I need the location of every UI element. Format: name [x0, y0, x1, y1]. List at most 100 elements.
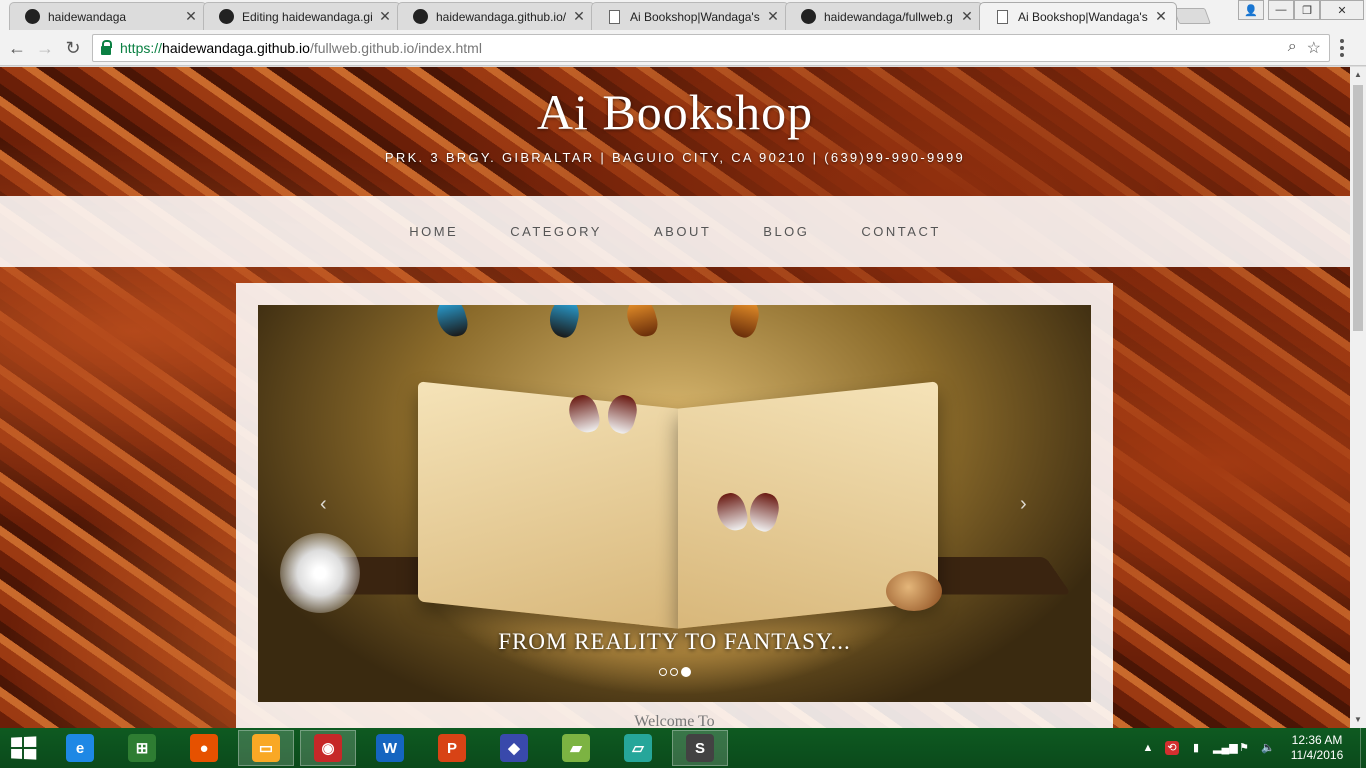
taskbar-app-notes[interactable]: ▱ [610, 730, 666, 766]
tab-close-icon[interactable]: ✕ [184, 8, 198, 25]
carousel-indicator-active[interactable] [681, 667, 691, 677]
taskbar-clock[interactable]: 12:36 AM 11/4/2016 [1280, 733, 1354, 763]
carousel-prev-icon[interactable]: ‹ [320, 493, 327, 516]
document-icon [606, 9, 622, 25]
site-navbar: HOME CATEGORY ABOUT BLOG CONTACT [0, 196, 1350, 267]
url-host: haidewandaga.github.io [162, 40, 310, 56]
browser-tab[interactable]: haidewandaga ✕ [9, 2, 207, 30]
show-desktop-button[interactable] [1360, 728, 1366, 768]
virtualbox-icon: ◆ [500, 734, 528, 762]
small-butterfly-image [718, 493, 778, 553]
carousel-indicator[interactable] [659, 668, 667, 676]
scroll-down-arrow-icon[interactable]: ▼ [1350, 712, 1366, 728]
address-bar[interactable]: https:// haidewandaga.github.io /fullweb… [92, 34, 1330, 62]
github-icon [800, 9, 816, 25]
volume-muted-icon[interactable]: 🔈 [1261, 741, 1275, 755]
welcome-heading: Welcome To [634, 713, 715, 728]
scroll-up-arrow-icon[interactable]: ▲ [1350, 67, 1366, 83]
tab-close-icon[interactable]: ✕ [960, 8, 974, 25]
tab-close-icon[interactable]: ✕ [766, 8, 780, 25]
url-scheme: https:// [120, 40, 163, 56]
powerpoint-icon: P [438, 734, 466, 762]
browser-toolbar: ← → ↻ https:// haidewandaga.github.io /f… [0, 30, 1366, 66]
taskbar-app-store[interactable]: ⊞ [114, 730, 170, 766]
tab-title: haidewandaga [48, 9, 127, 24]
browser-tab[interactable]: Ai Bookshop|Wandaga's ✕ [979, 2, 1177, 30]
tab-close-icon[interactable]: ✕ [378, 8, 392, 25]
internet-explorer-icon: e [66, 734, 94, 762]
open-book-image [418, 381, 938, 629]
nav-blog[interactable]: BLOG [737, 224, 835, 239]
folder-sync-icon: ▰ [562, 734, 590, 762]
site-header: Ai Bookshop PRK. 3 BRGY. GIBRALTAR | BAG… [0, 67, 1350, 196]
site-title: Ai Bookshop [536, 84, 814, 140]
carousel-next-icon[interactable]: › [1020, 493, 1027, 516]
back-arrow-icon[interactable]: ← [6, 37, 28, 59]
scrollbar-thumb[interactable] [1353, 85, 1363, 331]
taskbar-app-powerpoint[interactable]: P [424, 730, 480, 766]
clock-time: 12:36 AM [1291, 733, 1343, 747]
taskbar-app-chrome[interactable]: ◉ [300, 730, 356, 766]
chrome-icon: ◉ [314, 734, 342, 762]
taskbar-app-virtualbox[interactable]: ◆ [486, 730, 542, 766]
taskbar-app-internet-explorer[interactable]: e [52, 730, 108, 766]
dandelion-image [280, 533, 360, 613]
new-tab-button[interactable] [1173, 8, 1211, 24]
nav-about[interactable]: ABOUT [628, 224, 737, 239]
browser-menu-icon[interactable] [1340, 39, 1344, 57]
tab-title: haidewandaga/fullweb.g [824, 9, 953, 24]
firefox-icon: ● [190, 734, 218, 762]
carousel-indicator[interactable] [670, 668, 678, 676]
zoom-icon[interactable]: ⌕ [1288, 38, 1297, 58]
minimize-button[interactable]: — [1268, 0, 1294, 20]
restore-button[interactable]: ❐ [1294, 0, 1320, 20]
forward-arrow-icon[interactable]: → [34, 37, 56, 59]
page-scrollbar[interactable]: ▲ ▼ [1350, 67, 1366, 728]
taskbar-app-firefox[interactable]: ● [176, 730, 232, 766]
taskbar-app-folder-sync[interactable]: ▰ [548, 730, 604, 766]
github-icon [24, 9, 40, 25]
action-center-flag-icon[interactable]: ⚑ [1237, 741, 1251, 755]
antivirus-icon[interactable]: ⟲ [1165, 741, 1179, 755]
url-path: /fullweb.github.io/index.html [309, 40, 482, 56]
notes-icon: ▱ [624, 734, 652, 762]
browser-tab[interactable]: Ai Bookshop|Wandaga's ✕ [591, 2, 789, 30]
tab-title: Ai Bookshop|Wandaga's [630, 9, 760, 24]
taskbar-app-word[interactable]: W [362, 730, 418, 766]
browser-tab[interactable]: Editing haidewandaga.gi ✕ [203, 2, 401, 30]
windows-start-icon[interactable] [11, 736, 37, 760]
browser-tab[interactable]: haidewandaga.github.io/ ✕ [397, 2, 595, 30]
profile-button[interactable]: 👤 [1238, 0, 1264, 20]
reload-icon[interactable]: ↻ [62, 37, 84, 59]
tab-title: Ai Bookshop|Wandaga's [1018, 9, 1148, 24]
carousel-caption: FROM REALITY TO FANTASY... [498, 629, 851, 654]
bookmark-star-icon[interactable]: ☆ [1307, 38, 1321, 58]
network-signal-icon[interactable]: ▂▄▆ [1213, 741, 1238, 755]
nav-home[interactable]: HOME [383, 224, 484, 239]
github-icon [412, 9, 428, 25]
lock-icon [101, 39, 112, 55]
nav-contact[interactable]: CONTACT [835, 224, 966, 239]
image-carousel: ‹ › FROM REALITY TO FANTASY... [258, 305, 1091, 702]
document-icon [994, 9, 1010, 25]
browser-tab[interactable]: haidewandaga/fullweb.g ✕ [785, 2, 983, 30]
nav-category[interactable]: CATEGORY [484, 224, 628, 239]
github-icon [218, 9, 234, 25]
browser-tab-strip: 👤 — ❐ ✕ haidewandaga ✕ Editing haidewandag… [0, 0, 1366, 30]
close-window-button[interactable]: ✕ [1320, 0, 1364, 20]
taskbar-app-sublime-text[interactable]: S [672, 730, 728, 766]
taskbar-app-file-explorer[interactable]: ▭ [238, 730, 294, 766]
web-page: Ai Bookshop PRK. 3 BRGY. GIBRALTAR | BAG… [0, 67, 1350, 728]
snail-image [886, 571, 942, 611]
clock-date: 11/4/2016 [1290, 748, 1344, 762]
tab-close-icon[interactable]: ✕ [1154, 8, 1168, 25]
battery-icon[interactable]: ▮ [1189, 741, 1203, 755]
content-box: ‹ › FROM REALITY TO FANTASY... Welcome T… [236, 283, 1113, 728]
red-butterfly-image [570, 395, 636, 495]
sublime-text-icon: S [686, 734, 714, 762]
tab-close-icon[interactable]: ✕ [572, 8, 586, 25]
site-address: PRK. 3 BRGY. GIBRALTAR | BAGUIO CITY, CA… [384, 150, 966, 165]
windows-taskbar: ▲ ⟲ ▮ ▂▄▆ ⚑ 🔈 12:36 AM 11/4/2016 e ⊞ ● ▭ ◉ W P… [0, 728, 1366, 768]
show-hidden-icons-icon[interactable]: ▲ [1141, 741, 1155, 755]
tab-title: Editing haidewandaga.gi [242, 9, 373, 24]
